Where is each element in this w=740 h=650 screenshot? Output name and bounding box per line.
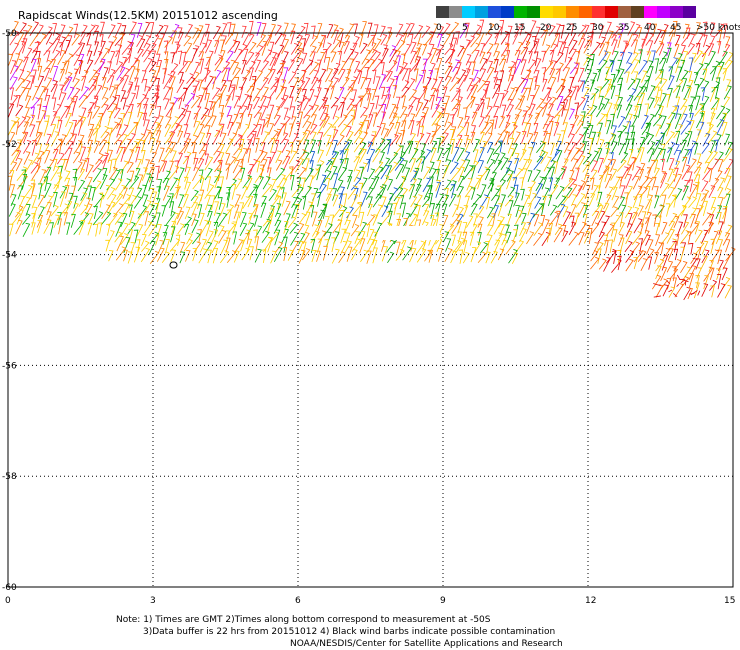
- colorbar-swatch: [475, 6, 488, 18]
- colorbar-label: 10: [488, 23, 500, 33]
- colorbar-label: 20: [540, 23, 552, 33]
- colorbar-swatch: [683, 6, 696, 18]
- colorbar-swatch: [579, 6, 592, 18]
- colorbar-swatches: [436, 6, 696, 18]
- colorbar-swatch: [540, 6, 553, 18]
- colorbar-swatch: [657, 6, 670, 18]
- colorbar-swatch: [501, 6, 514, 18]
- colorbar-label: 0: [436, 23, 442, 33]
- colorbar-swatch: [462, 6, 475, 18]
- small-contour: [169, 261, 178, 269]
- colorbar-swatch: [553, 6, 566, 18]
- colorbar-labels: 0 5 10 15 20 25 30 35 40 45 >50 knots: [436, 23, 740, 33]
- colorbar-label: 40: [644, 23, 656, 33]
- colorbar-label: 35: [618, 23, 629, 33]
- colorbar-swatch: [592, 6, 605, 18]
- colorbar-label: 30: [592, 23, 604, 33]
- wind-speed-colorbar: 0 5 10 15 20 25 30 35 40 45 >50 knots: [436, 6, 740, 33]
- colorbar-label: 15: [514, 23, 525, 33]
- wind-barbs-layer: [7, 19, 736, 301]
- lat-label: -58: [2, 472, 17, 482]
- lon-label: 12: [585, 596, 596, 606]
- lon-label: 3: [150, 596, 156, 606]
- colorbar-swatch: [644, 6, 657, 18]
- map-frame: [7, 32, 734, 588]
- colorbar-label: 25: [566, 23, 577, 33]
- note-line-1: Note: 1) Times are GMT 2)Times along bot…: [116, 615, 491, 625]
- colorbar-swatch: [566, 6, 579, 18]
- colorbar-swatch: [527, 6, 540, 18]
- lon-label: 0: [5, 596, 11, 606]
- wind-map: -50-52-54-56-58-60 0 3 6 9 12 15: [2, 19, 736, 606]
- colorbar-swatch: [488, 6, 501, 18]
- colorbar-swatch: [514, 6, 527, 18]
- lat-label: -54: [2, 251, 17, 261]
- longitude-labels: 0 3 6 9 12 15: [5, 596, 735, 606]
- lat-lon-grid: [8, 33, 733, 587]
- lon-label: 9: [440, 596, 446, 606]
- colorbar-swatch: [436, 6, 449, 18]
- colorbar-label: 45: [670, 23, 681, 33]
- lat-label: -52: [2, 140, 17, 150]
- colorbar-label: 5: [462, 23, 468, 33]
- lat-label: -56: [2, 361, 17, 371]
- lon-label: 15: [724, 596, 735, 606]
- colorbar-label: >50 knots: [696, 23, 740, 33]
- note-line-2: 3)Data buffer is 22 hrs from 20151012 4)…: [143, 627, 556, 637]
- note-line-3: NOAA/NESDIS/Center for Satellite Applica…: [290, 639, 563, 649]
- colorbar-swatch: [449, 6, 462, 18]
- colorbar-swatch: [631, 6, 644, 18]
- colorbar-swatch: [618, 6, 631, 18]
- colorbar-swatch: [605, 6, 618, 18]
- colorbar-swatch: [670, 6, 683, 18]
- lat-label: -60: [2, 583, 17, 593]
- lon-label: 6: [295, 596, 301, 606]
